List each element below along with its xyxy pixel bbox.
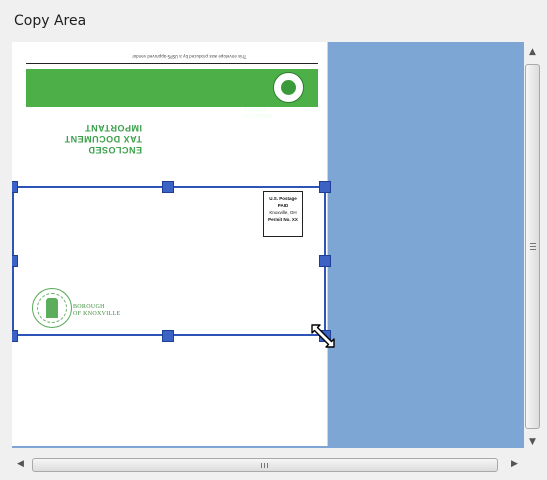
stamp-line: PAID bbox=[277, 203, 289, 208]
borough-seal-icon bbox=[32, 288, 72, 328]
green-bar-text: BOROUGH OF KNOXVILLE bbox=[244, 107, 272, 118]
scroll-down-icon[interactable]: ▼ bbox=[524, 434, 541, 451]
copy-area-title: Copy Area bbox=[14, 13, 87, 29]
borough-line: BOROUGH bbox=[73, 304, 105, 310]
horizontal-scroll-thumb[interactable] bbox=[32, 458, 498, 472]
selection-handle-top-center[interactable] bbox=[162, 181, 174, 193]
notice-line: ENCLOSED bbox=[87, 145, 142, 155]
stamp-line: U.S. Postage bbox=[269, 196, 297, 201]
top-rule bbox=[26, 63, 318, 64]
postage-stamp: U.S. Postage PAID Knoxville, OH Permit N… bbox=[263, 191, 303, 237]
notice-line: TAX DOCUMENT bbox=[64, 134, 142, 144]
vertical-scrollbar[interactable]: ▲ ▼ bbox=[524, 42, 541, 456]
selection-handle-top-left[interactable] bbox=[12, 181, 18, 193]
copy-area-canvas[interactable]: This envelope was produced by a USPS-app… bbox=[12, 42, 524, 448]
selection-handle-middle-left[interactable] bbox=[12, 255, 18, 267]
stamp-line: Permit No. XX bbox=[268, 217, 298, 222]
horizontal-scrollbar[interactable]: ◀ ▶ bbox=[12, 456, 524, 474]
scroll-left-icon[interactable]: ◀ bbox=[12, 456, 29, 473]
borough-name: BOROUGH OF KNOXVILLE bbox=[73, 304, 120, 318]
vendor-strip-text: This envelope was produced by a USPS-app… bbox=[132, 54, 247, 59]
vertical-scroll-thumb[interactable] bbox=[525, 64, 540, 429]
resize-cursor-icon bbox=[311, 324, 335, 348]
seal-top-icon bbox=[273, 72, 304, 103]
selection-handle-middle-right[interactable] bbox=[319, 255, 331, 267]
notice-line: IMPORTANT bbox=[84, 123, 142, 133]
selection-handle-bottom-center[interactable] bbox=[162, 330, 174, 342]
scroll-up-icon[interactable]: ▲ bbox=[524, 44, 541, 61]
scroll-right-icon[interactable]: ▶ bbox=[506, 456, 523, 473]
selection-handle-top-right[interactable] bbox=[319, 181, 331, 193]
selection-handle-bottom-left[interactable] bbox=[12, 330, 18, 342]
document-preview: This envelope was produced by a USPS-app… bbox=[12, 42, 327, 446]
stamp-line: Knoxville, OH bbox=[269, 210, 297, 215]
borough-line: OF KNOXVILLE bbox=[73, 311, 121, 317]
tax-notice: ENCLOSED TAX DOCUMENT IMPORTANT bbox=[52, 122, 142, 155]
